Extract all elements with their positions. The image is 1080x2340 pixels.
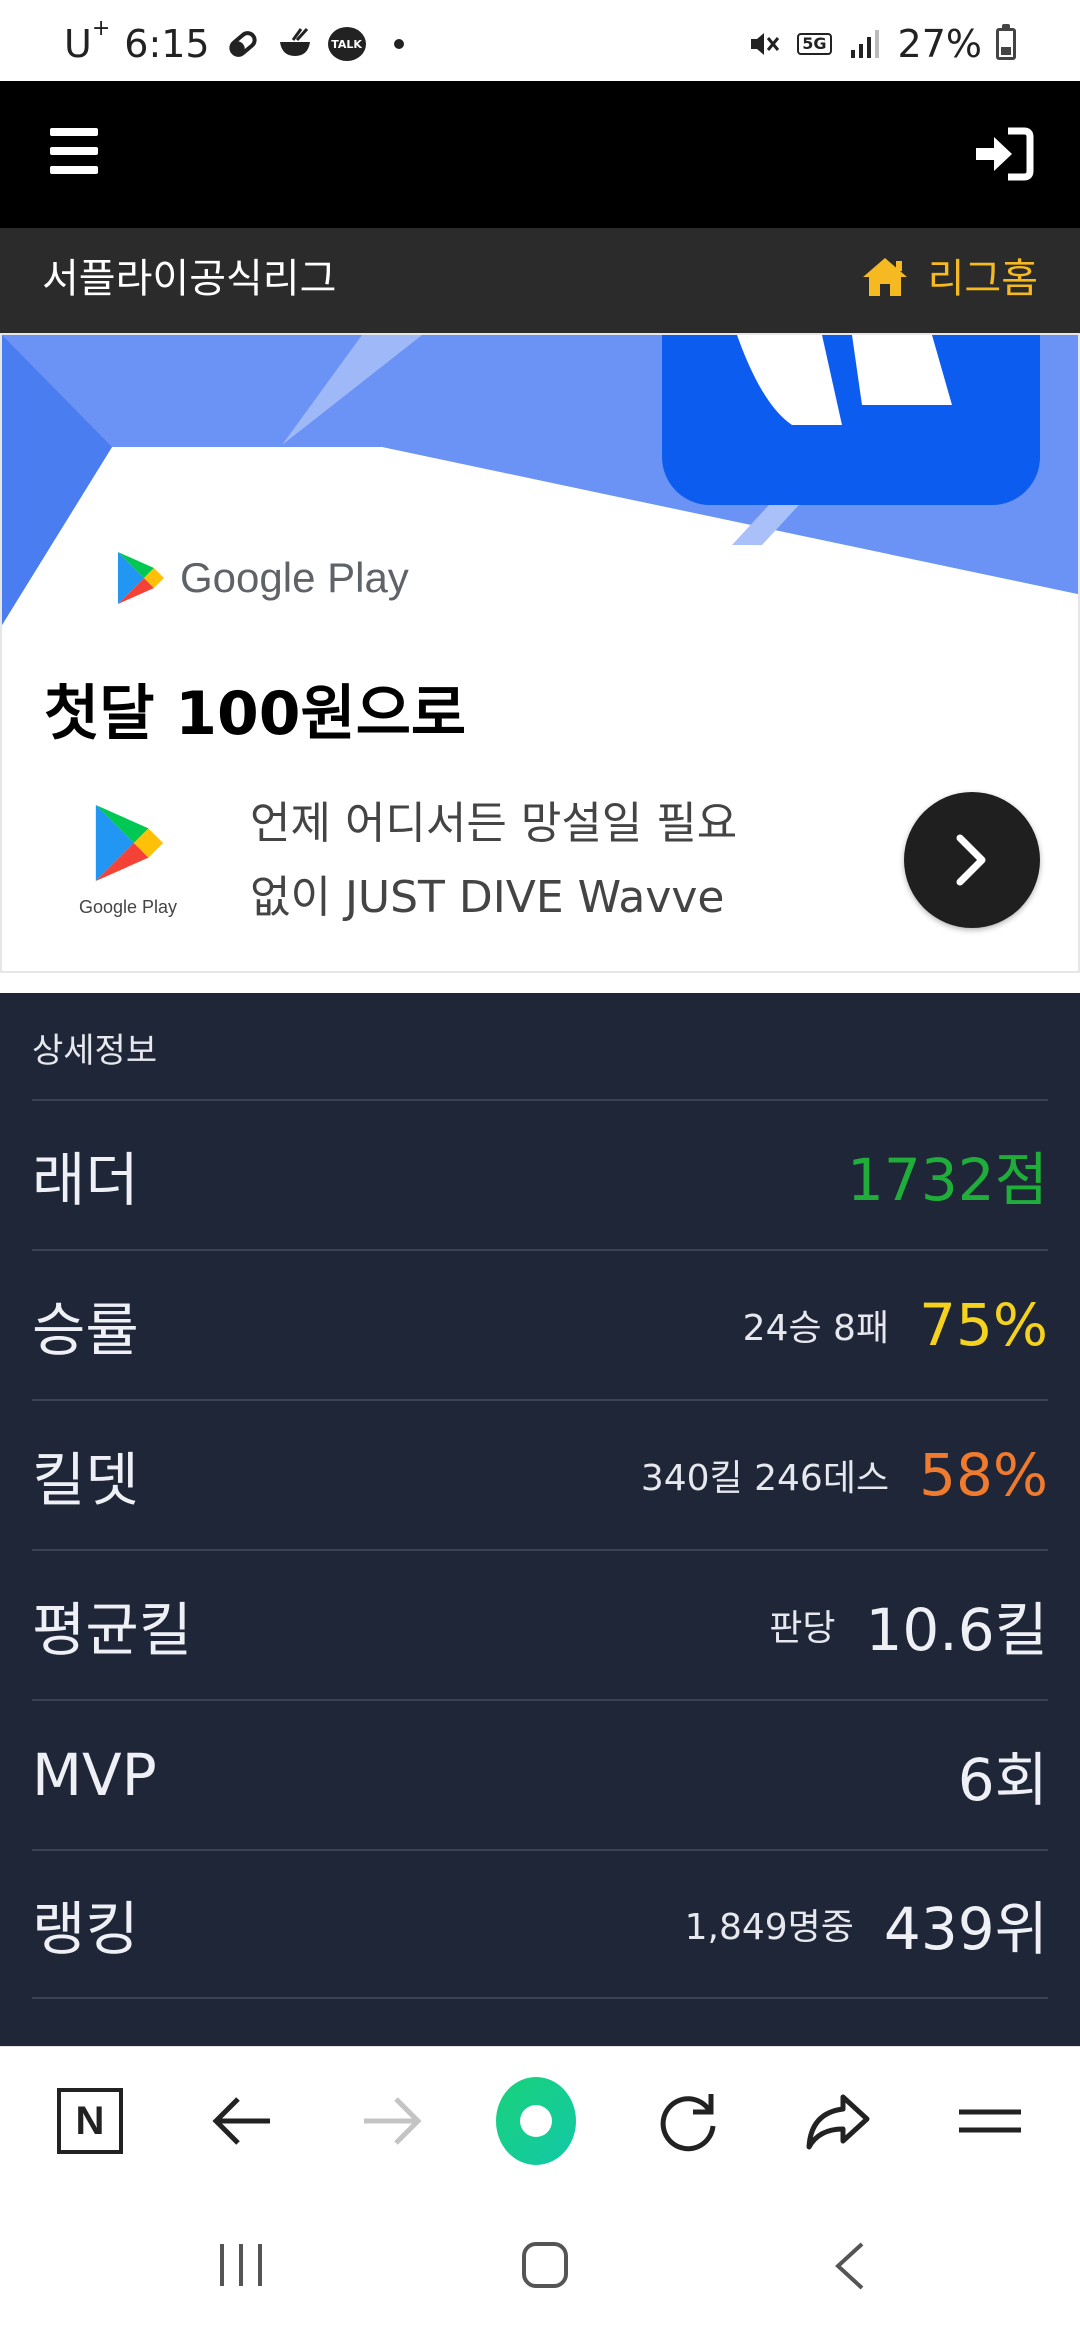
home-icon bbox=[860, 255, 910, 303]
back-icon[interactable] bbox=[830, 2240, 870, 2296]
clock: 6:15 bbox=[124, 22, 210, 66]
stat-right: 1,849명중 439위 bbox=[685, 1882, 1048, 1966]
ad-description-line1: 언제 어디서든 망설일 필요 bbox=[250, 798, 738, 849]
back-arrow-icon[interactable] bbox=[202, 2081, 282, 2161]
stat-right: 24승 8패 75% bbox=[743, 1291, 1048, 1359]
browser-toolbar: N bbox=[0, 2046, 1080, 2194]
talk-badge: TALK bbox=[327, 27, 366, 61]
battery-percent: 27% bbox=[897, 22, 982, 66]
stat-right: 6회 bbox=[958, 1733, 1048, 1817]
stat-row-ranking: 랭킹 1,849명중 439위 bbox=[32, 1849, 1048, 1999]
stat-value: 439위 bbox=[883, 1895, 1048, 1963]
notification-dot bbox=[393, 39, 404, 49]
google-play-icon bbox=[95, 805, 164, 881]
stat-value: 10.6킬 bbox=[865, 1596, 1048, 1664]
stat-row-mvp: MVP 6회 bbox=[32, 1699, 1048, 1849]
chevron-right-icon bbox=[956, 834, 986, 886]
stat-sub: 1,849명중 bbox=[684, 1907, 854, 1948]
carrier-label: U+ bbox=[64, 16, 111, 66]
stat-label: 평균킬 bbox=[32, 1596, 193, 1664]
stat-row-winrate: 승률 24승 8패 75% bbox=[32, 1249, 1048, 1399]
ad-banner[interactable]: Google Play 첫달 100원으로 Google Play 언제 어디서… bbox=[0, 333, 1080, 973]
recents-icon[interactable] bbox=[216, 2242, 266, 2292]
details-panel: 상세정보 래더 1732점 승률 24승 8패 75% 킬뎃 340킬 246데… bbox=[0, 993, 1080, 2046]
home-icon[interactable] bbox=[520, 2240, 570, 2294]
stat-label: MVP bbox=[32, 1741, 157, 1809]
status-left: U+ 6:15 TALK bbox=[64, 16, 404, 66]
stat-right: 1732점 bbox=[847, 1133, 1048, 1217]
bowl-icon bbox=[276, 25, 314, 63]
stat-value: 75% bbox=[919, 1291, 1048, 1359]
stat-right: 판당 10.6킬 bbox=[769, 1583, 1048, 1667]
stat-label: 킬뎃 bbox=[32, 1446, 139, 1514]
stat-label: 승률 bbox=[32, 1296, 139, 1364]
ad-description-line2: 없이 JUST DIVE Wavve bbox=[250, 872, 725, 923]
ad-next-button[interactable] bbox=[904, 792, 1040, 928]
mute-icon bbox=[745, 25, 783, 63]
share-icon[interactable] bbox=[798, 2081, 878, 2161]
stat-value: 58% bbox=[919, 1441, 1048, 1509]
menu-icon[interactable] bbox=[950, 2081, 1030, 2161]
stat-label: 래더 bbox=[32, 1146, 139, 1214]
status-bar: U+ 6:15 TALK 5G 27% bbox=[0, 0, 1080, 81]
ad-description: 언제 어디서든 망설일 필요 없이 JUST DIVE Wavve bbox=[250, 787, 810, 935]
android-nav-bar bbox=[0, 2194, 1080, 2340]
signal-icon bbox=[846, 25, 884, 63]
google-play-logo: Google Play bbox=[114, 550, 409, 606]
forward-arrow-icon[interactable] bbox=[352, 2081, 432, 2161]
stat-label: 랭킹 bbox=[32, 1895, 139, 1963]
stat-row-avg-kill: 평균킬 판당 10.6킬 bbox=[32, 1549, 1048, 1699]
stat-right: 340킬 246데스 58% bbox=[641, 1441, 1048, 1509]
top-nav bbox=[0, 81, 1080, 228]
league-home-link[interactable]: 리그홈 bbox=[860, 250, 1038, 308]
stat-sub: 340킬 246데스 bbox=[640, 1458, 890, 1499]
network-badge: 5G bbox=[797, 33, 832, 55]
sign-in-icon[interactable] bbox=[972, 127, 1034, 181]
stat-row-ladder: 래더 1732점 bbox=[32, 1099, 1048, 1249]
refresh-icon[interactable] bbox=[648, 2081, 728, 2161]
ad-headline: 첫달 100원으로 bbox=[44, 679, 467, 749]
naver-icon[interactable]: N bbox=[50, 2081, 130, 2161]
google-play-text: Google Play bbox=[180, 554, 409, 601]
stat-row-kd: 킬뎃 340킬 246데스 58% bbox=[32, 1399, 1048, 1549]
stat-sub: 판당 bbox=[769, 1608, 836, 1649]
stat-value: 1732점 bbox=[847, 1146, 1048, 1214]
stat-value: 6회 bbox=[957, 1746, 1048, 1814]
home-icon[interactable] bbox=[496, 2077, 576, 2165]
stat-sub: 24승 8패 bbox=[742, 1308, 890, 1349]
status-right: 5G 27% bbox=[745, 22, 1016, 66]
google-play-icon bbox=[118, 552, 164, 604]
hamburger-icon[interactable] bbox=[50, 128, 98, 174]
ad-store-badge: Google Play bbox=[68, 795, 188, 918]
league-name: 서플라이공식리그 bbox=[42, 256, 337, 302]
league-home-label: 리그홈 bbox=[927, 256, 1038, 302]
battery-icon bbox=[996, 24, 1016, 60]
ad-store-badge-text: Google Play bbox=[78, 897, 178, 917]
league-bar: 서플라이공식리그 리그홈 bbox=[0, 228, 1080, 333]
pill-icon bbox=[224, 25, 262, 63]
details-title: 상세정보 bbox=[32, 1031, 158, 1071]
